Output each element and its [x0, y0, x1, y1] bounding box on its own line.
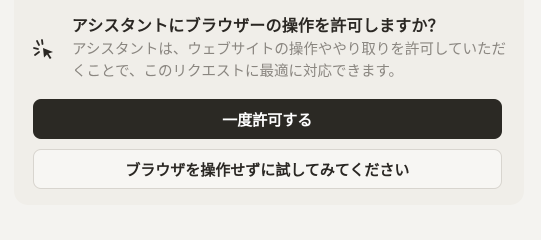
dialog-title: アシスタントにブラウザーの操作を許可しますか？ — [72, 16, 444, 35]
try-without-browser-button[interactable]: ブラウザを操作せずに試してみてください — [33, 149, 502, 189]
allow-once-button[interactable]: 一度許可する — [33, 99, 502, 139]
permission-dialog: アシスタントにブラウザーの操作を許可しますか？ アシスタントは、ウェブサイトの操… — [14, 0, 524, 205]
dialog-description: アシスタントは、ウェブサイトの操作ややり取りを許可していただくことで、このリクエ… — [72, 42, 506, 80]
sparkle-cursor-icon — [32, 38, 56, 62]
